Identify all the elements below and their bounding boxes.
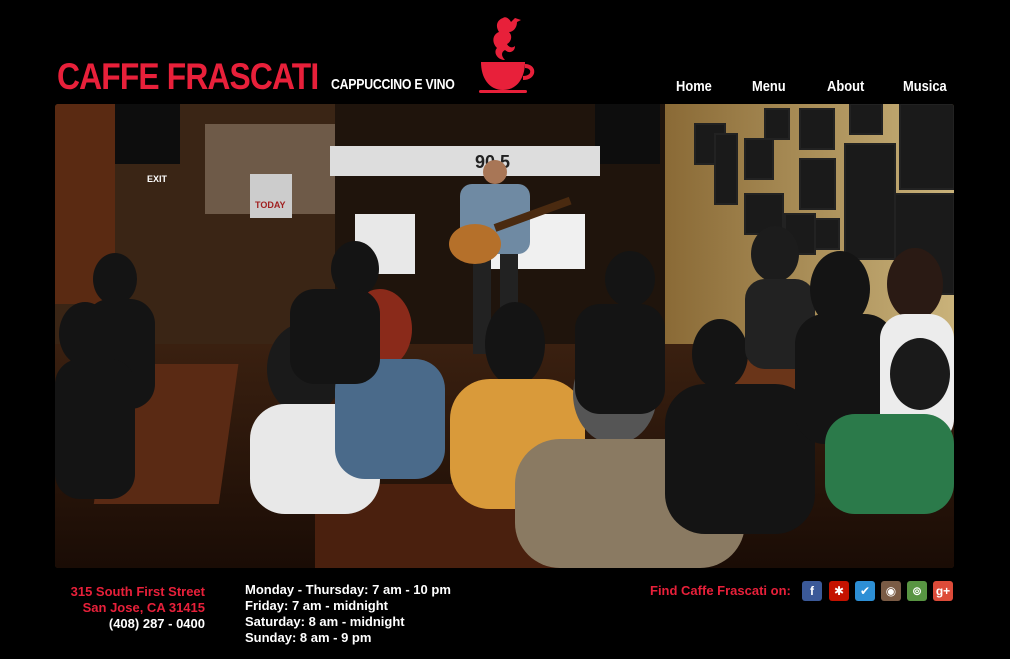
hours-block: Monday - Thursday: 7 am - 10 pm Friday: … xyxy=(245,582,451,646)
nav-home[interactable]: Home xyxy=(676,78,712,95)
phone-number[interactable]: (408) 287 - 0400 xyxy=(55,616,205,632)
google-plus-icon[interactable]: g+ xyxy=(933,581,953,601)
facebook-icon[interactable]: f xyxy=(802,581,822,601)
main-nav: Home Menu About Musica xyxy=(0,78,1010,98)
find-label: Find Caffe Frascati on: xyxy=(650,583,791,598)
nav-about[interactable]: About xyxy=(827,78,864,95)
exit-sign: EXIT xyxy=(147,174,168,184)
address-street: 315 South First Street xyxy=(70,584,205,599)
hours-line: Monday - Thursday: 7 am - 10 pm xyxy=(245,582,451,597)
hours-line: Saturday: 8 am - midnight xyxy=(245,614,405,629)
hero-photo: 90.5 TODAY EXIT xyxy=(55,104,954,568)
hours-line: Sunday: 8 am - 9 pm xyxy=(245,630,372,645)
sign-text: TODAY xyxy=(255,200,286,210)
nav-musica[interactable]: Musica xyxy=(903,78,947,95)
instagram-icon[interactable]: ◉ xyxy=(881,581,901,601)
live-music-scene-illustration: 90.5 TODAY EXIT xyxy=(55,104,954,568)
nav-menu[interactable]: Menu xyxy=(752,78,786,95)
foursquare-icon[interactable]: ✔ xyxy=(855,581,875,601)
hours-line: Friday: 7 am - midnight xyxy=(245,598,389,613)
tripadvisor-icon[interactable]: ⊚ xyxy=(907,581,927,601)
address-block: 315 South First Street San Jose, CA 3141… xyxy=(55,584,205,632)
address-city: San Jose, CA 31415 xyxy=(82,600,205,615)
yelp-icon[interactable]: ✱ xyxy=(829,581,849,601)
